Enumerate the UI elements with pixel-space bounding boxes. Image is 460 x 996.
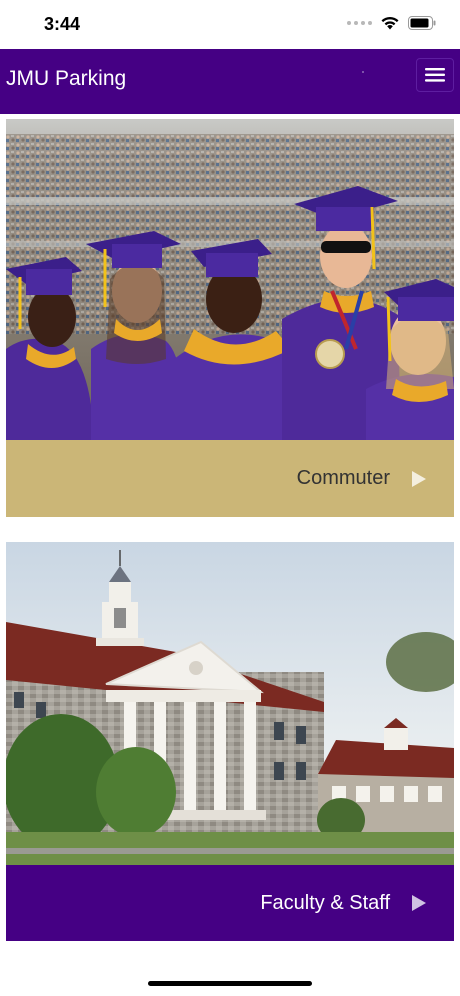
app-title: JMU Parking xyxy=(6,67,127,90)
commuter-footer[interactable]: Commuter xyxy=(6,440,454,517)
graduates-photo xyxy=(6,119,454,440)
status-indicators xyxy=(347,15,436,30)
commuter-card[interactable]: Commuter xyxy=(6,119,454,517)
home-indicator[interactable] xyxy=(148,981,312,986)
play-arrow-icon xyxy=(412,470,426,487)
app-header: JMU Parking xyxy=(0,49,460,114)
battery-icon xyxy=(408,15,436,30)
faculty-staff-card[interactable]: Faculty & Staff xyxy=(6,542,454,941)
faculty-staff-footer[interactable]: Faculty & Staff xyxy=(6,865,454,941)
play-arrow-icon xyxy=(412,895,426,911)
faculty-staff-label: Faculty & Staff xyxy=(260,891,390,914)
status-bar: 3:44 xyxy=(0,0,460,49)
commuter-label: Commuter xyxy=(296,467,390,489)
campus-building-photo xyxy=(6,542,454,865)
header-dot xyxy=(362,71,364,73)
hamburger-menu-icon xyxy=(425,68,445,82)
menu-button[interactable] xyxy=(416,58,454,92)
wifi-icon xyxy=(381,16,399,30)
cellular-signal-icon xyxy=(347,20,372,25)
status-time: 3:44 xyxy=(44,14,81,34)
